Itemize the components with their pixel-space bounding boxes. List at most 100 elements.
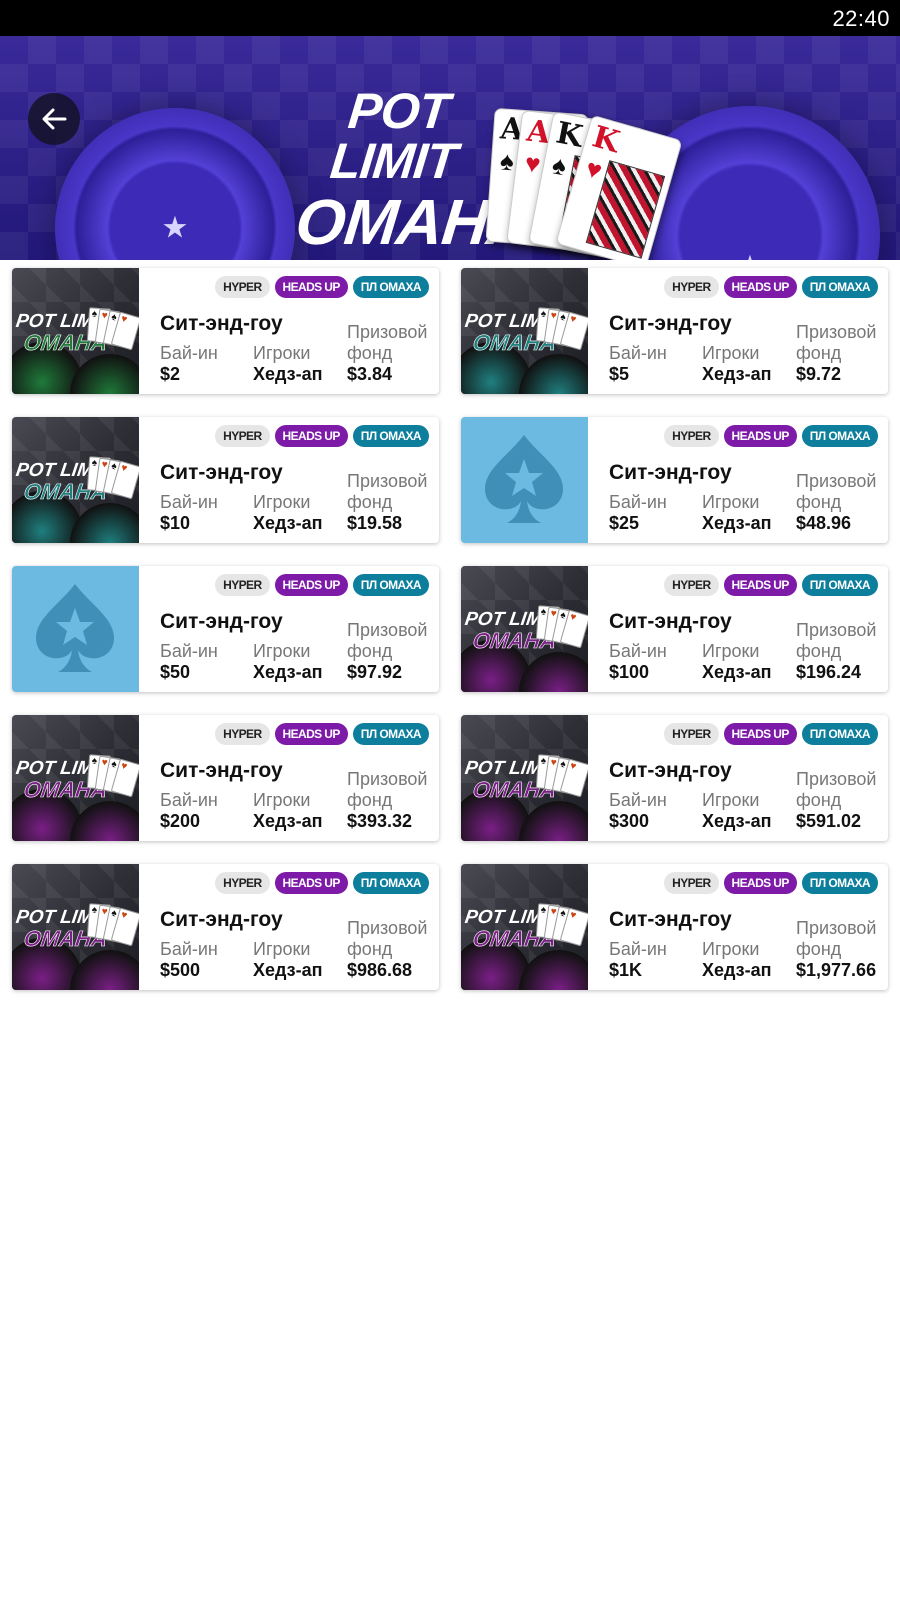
tournament-card[interactable]: POT LIMIT OMAHA ♠ ♥ ♠ ♥ HYPER HEADS UP ПЛ ОМАХА С… bbox=[461, 566, 888, 692]
hyper-badge: HYPER bbox=[664, 723, 719, 745]
buyin-label: Бай-ин bbox=[160, 939, 218, 959]
tag-list: HYPER HEADS UP ПЛ ОМАХА bbox=[215, 723, 429, 745]
prize-value: $9.72 bbox=[796, 364, 842, 384]
players-label: Игроки bbox=[253, 343, 311, 363]
heads-up-badge: HEADS UP bbox=[723, 574, 797, 596]
spade-icon: ♠ bbox=[549, 149, 569, 182]
prize-value: $393.32 bbox=[347, 811, 413, 831]
players-value: Хедз-ап bbox=[253, 960, 323, 980]
tournament-title: Сит-энд-гоу bbox=[609, 610, 732, 633]
players-value: Хедз-ап bbox=[253, 364, 323, 384]
players-value: Хедз-ап bbox=[253, 811, 323, 831]
plo-badge: ПЛ ОМАХА bbox=[801, 574, 878, 596]
plo-badge: ПЛ ОМАХА bbox=[352, 723, 429, 745]
tournament-thumbnail: POT LIMIT OMAHA ♠ ♥ ♠ ♥ bbox=[461, 566, 588, 692]
buyin-label: Бай-ин bbox=[609, 790, 667, 810]
tournament-title: Сит-энд-гоу bbox=[609, 908, 732, 931]
buyin-value: $200 bbox=[160, 811, 201, 831]
tournament-card[interactable]: POT LIMIT OMAHA ♠ ♥ ♠ ♥ HYPER HEADS UP ПЛ ОМАХА С… bbox=[461, 268, 888, 394]
hyper-badge: HYPER bbox=[215, 425, 270, 447]
buyin-value: $2 bbox=[160, 364, 181, 384]
arrow-left-icon bbox=[42, 108, 67, 130]
heads-up-badge: HEADS UP bbox=[274, 872, 348, 894]
players-value: Хедз-ап bbox=[702, 811, 772, 831]
tournament-card[interactable]: POT LIMIT OMAHA ♠ ♥ ♠ ♥ HYPER HEADS UP ПЛ ОМАХА С… bbox=[12, 715, 439, 841]
heads-up-badge: HEADS UP bbox=[274, 425, 348, 447]
players-label: Игроки bbox=[253, 790, 311, 810]
plo-badge: ПЛ ОМАХА bbox=[352, 872, 429, 894]
players-value: Хедз-ап bbox=[702, 364, 772, 384]
heads-up-badge: HEADS UP bbox=[723, 425, 797, 447]
tournament-card[interactable]: HYPER HEADS UP ПЛ ОМАХА Сит-энд-гоу Бай-ин $2… bbox=[461, 417, 888, 543]
prize-label: Призовой фонд bbox=[796, 322, 877, 363]
players-value: Хедз-ап bbox=[702, 513, 772, 533]
plo-badge: ПЛ ОМАХА bbox=[352, 425, 429, 447]
prize-value: $986.68 bbox=[347, 960, 413, 980]
tournament-thumbnail: POT LIMIT OMAHA ♠ ♥ ♠ ♥ bbox=[461, 268, 588, 394]
players-label: Игроки bbox=[702, 492, 760, 512]
hyper-badge: HYPER bbox=[664, 574, 719, 596]
tournament-thumbnail: POT LIMIT OMAHA ♠ ♥ ♠ ♥ bbox=[461, 864, 588, 990]
cards-graphic: ♠ ♥ ♠ ♥ bbox=[86, 307, 139, 358]
plo-badge: ПЛ ОМАХА bbox=[801, 872, 878, 894]
prize-label: Призовой фонд bbox=[347, 769, 428, 810]
players-label: Игроки bbox=[702, 641, 760, 661]
status-bar: 22:40 bbox=[0, 0, 900, 36]
prize-label: Призовой фонд bbox=[347, 322, 428, 363]
back-button[interactable] bbox=[28, 93, 80, 145]
cards-graphic: ♠ ♥ ♠ ♥ bbox=[535, 605, 588, 656]
heads-up-badge: HEADS UP bbox=[274, 276, 348, 298]
spade-star-icon bbox=[12, 566, 139, 692]
players-label: Игроки bbox=[253, 641, 311, 661]
plo-badge: ПЛ ОМАХА bbox=[801, 723, 878, 745]
buyin-value: $1K bbox=[609, 960, 643, 980]
hyper-badge: HYPER bbox=[664, 425, 719, 447]
status-time: 22:40 bbox=[832, 6, 890, 31]
tournament-thumbnail: POT LIMIT OMAHA ♠ ♥ ♠ ♥ bbox=[461, 715, 588, 841]
tournament-card[interactable]: POT LIMIT OMAHA ♠ ♥ ♠ ♥ HYPER HEADS UP ПЛ ОМАХА С… bbox=[12, 864, 439, 990]
players-label: Игроки bbox=[253, 939, 311, 959]
spade-star-icon bbox=[461, 417, 588, 543]
spade-star-icon: ★ bbox=[161, 211, 189, 245]
tag-list: HYPER HEADS UP ПЛ ОМАХА bbox=[215, 425, 429, 447]
buyin-value: $300 bbox=[609, 811, 650, 831]
tag-list: HYPER HEADS UP ПЛ ОМАХА bbox=[664, 723, 878, 745]
plo-badge: ПЛ ОМАХА bbox=[801, 276, 878, 298]
tag-list: HYPER HEADS UP ПЛ ОМАХА bbox=[664, 574, 878, 596]
prize-label: Призовой фонд bbox=[796, 620, 877, 661]
tournament-title: Сит-энд-гоу bbox=[160, 461, 283, 484]
buyin-label: Бай-ин bbox=[160, 492, 218, 512]
heads-up-badge: HEADS UP bbox=[723, 872, 797, 894]
players-label: Игроки bbox=[702, 343, 760, 363]
tournament-card[interactable]: HYPER HEADS UP ПЛ ОМАХА Сит-энд-гоу Бай-ин $5… bbox=[12, 566, 439, 692]
players-label: Игроки bbox=[253, 492, 311, 512]
tournament-card[interactable]: POT LIMIT OMAHA ♠ ♥ ♠ ♥ HYPER HEADS UP ПЛ ОМАХА С… bbox=[461, 715, 888, 841]
banner-cards: A ♠ A ♥ K ♠ K ♥ bbox=[485, 107, 683, 260]
banner-title-line2: OMAHA bbox=[292, 186, 537, 258]
tournament-card[interactable]: POT LIMIT OMAHA ♠ ♥ ♠ ♥ HYPER HEADS UP ПЛ ОМАХА С… bbox=[461, 864, 888, 990]
tag-list: HYPER HEADS UP ПЛ ОМАХА bbox=[664, 425, 878, 447]
banner-pot-limit-omaha: ★ ★ POT LIMIT OMAHA A♠ A♥ K♠ K♥ bbox=[0, 36, 900, 260]
tag-list: HYPER HEADS UP ПЛ ОМАХА bbox=[215, 276, 429, 298]
heads-up-badge: HEADS UP bbox=[723, 723, 797, 745]
players-label: Игроки bbox=[702, 790, 760, 810]
prize-label: Призовой фонд bbox=[347, 918, 428, 959]
buyin-value: $5 bbox=[609, 364, 630, 384]
tournament-card[interactable]: POT LIMIT OMAHA ♠ ♥ ♠ ♥ HYPER HEADS UP ПЛ ОМАХА С… bbox=[12, 417, 439, 543]
buyin-value: $10 bbox=[160, 513, 191, 533]
prize-value: $196.24 bbox=[796, 662, 862, 682]
banner-title: POT LIMIT OMAHA bbox=[292, 83, 536, 258]
tag-list: HYPER HEADS UP ПЛ ОМАХА bbox=[664, 276, 878, 298]
tournament-thumbnail: POT LIMIT OMAHA ♠ ♥ ♠ ♥ bbox=[12, 417, 139, 543]
cards-graphic: ♠ ♥ ♠ ♥ bbox=[86, 754, 139, 805]
buyin-value: $25 bbox=[609, 513, 640, 533]
buyin-label: Бай-ин bbox=[160, 790, 218, 810]
tournament-thumbnail: POT LIMIT OMAHA ♠ ♥ ♠ ♥ bbox=[12, 268, 139, 394]
buyin-label: Бай-ин bbox=[160, 641, 218, 661]
tournament-title: Сит-энд-гоу bbox=[160, 312, 283, 335]
players-value: Хедз-ап bbox=[253, 662, 323, 682]
tournament-title: Сит-энд-гоу bbox=[160, 908, 283, 931]
buyin-label: Бай-ин bbox=[160, 343, 218, 363]
prize-label: Призовой фонд bbox=[796, 769, 877, 810]
tournament-card[interactable]: POT LIMIT OMAHA ♠ ♥ ♠ ♥ HYPER HEADS UP ПЛ ОМАХА С… bbox=[12, 268, 439, 394]
